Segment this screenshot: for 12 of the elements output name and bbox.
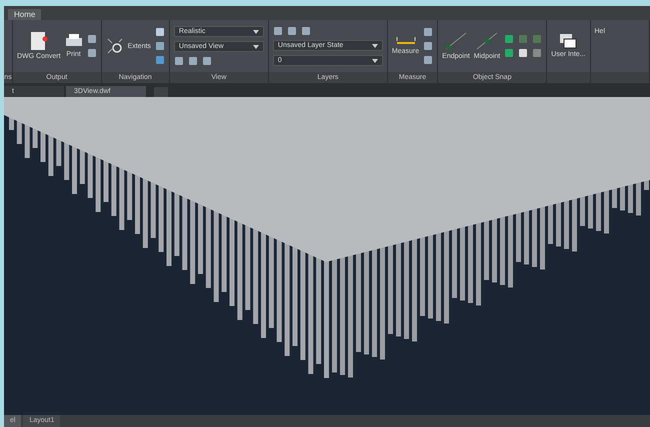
line-point-icon [475,31,500,51]
zoom-extents-icon [106,37,124,55]
line-point-icon [444,31,468,51]
windows-icon [559,33,578,49]
printer-icon [64,33,83,49]
caret-icon[interactable] [252,44,259,48]
caret-icon[interactable] [372,44,378,48]
caret-icon[interactable] [252,30,259,34]
caret-icon[interactable] [372,58,378,62]
ruler-icon [396,36,416,46]
ribbon-tab[interactable]: Home [8,9,42,20]
document-icon [30,31,48,51]
